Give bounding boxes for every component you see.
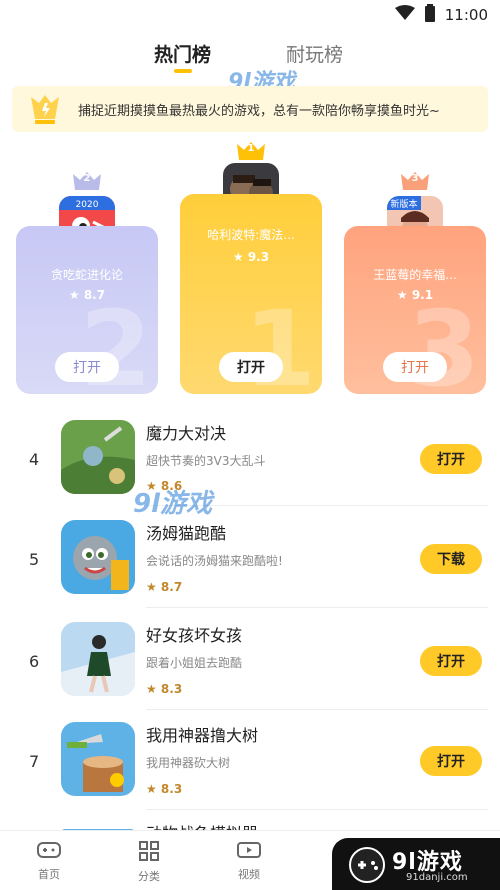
game-icon-tom-cat xyxy=(61,520,135,594)
open-button[interactable]: 打开 xyxy=(420,746,482,776)
row-rating: ★ 8.7 xyxy=(146,580,183,594)
podium-card-2[interactable]: 2 贪吃蛇进化论 ★ 8.7 打开 xyxy=(16,226,158,394)
row-desc: 跟着小姐姐去跑酷 xyxy=(146,656,243,670)
open-button[interactable]: 打开 xyxy=(219,352,283,382)
tab-durable[interactable]: 耐玩榜 xyxy=(286,40,343,67)
download-button[interactable]: 下载 xyxy=(420,544,482,574)
grid-icon xyxy=(139,841,159,865)
nav-video[interactable]: 视频 xyxy=(219,841,279,882)
game-icon-magic-duel xyxy=(61,420,135,494)
nav-home[interactable]: 首页 xyxy=(19,841,79,882)
divider xyxy=(146,709,488,710)
nav-label: 分类 xyxy=(138,870,160,883)
video-icon xyxy=(237,842,261,863)
podium-game-score: ★ 9.1 xyxy=(396,288,434,302)
status-bar: 11:00 xyxy=(0,0,500,30)
svg-text:新版本: 新版本 xyxy=(390,198,417,210)
podium-game-name: 王蓝莓的幸福... xyxy=(373,268,457,282)
list-item[interactable]: 7 我用神器撸大树 我用神器砍大树 ★ 8.3 打开 xyxy=(0,718,500,820)
list-item[interactable]: 动物战争模拟器 xyxy=(0,814,500,830)
podium-card-1[interactable]: 1 哈利波特:魔法... ★ 9.3 打开 xyxy=(180,194,322,394)
gamepad-icon xyxy=(37,842,61,863)
list-item[interactable]: 5 汤姆猫跑酷 会说话的汤姆猫来跑酷啦! ★ 8.7 下载 xyxy=(0,514,500,616)
nav-category[interactable]: 分类 xyxy=(119,841,179,884)
tab-indicator xyxy=(174,69,192,73)
row-rank: 7 xyxy=(29,752,40,771)
game-icon-animal-war xyxy=(61,822,135,830)
banner-text: 捕捉近期摸摸鱼最热最火的游戏，总有一款陪你畅享摸鱼时光~ xyxy=(78,103,440,119)
divider xyxy=(146,809,488,810)
row-title: 好女孩坏女孩 xyxy=(146,626,243,645)
row-desc: 超快节奏的3V3大乱斗 xyxy=(146,454,266,468)
open-button[interactable]: 打开 xyxy=(420,444,482,474)
battery-icon xyxy=(424,4,435,26)
site-logo-url: 91danji.com xyxy=(406,872,468,883)
podium-game-score: ★ 9.3 xyxy=(232,250,270,264)
open-button[interactable]: 打开 xyxy=(420,646,482,676)
row-rating: ★ 8.3 xyxy=(146,782,183,796)
status-time: 11:00 xyxy=(444,6,488,24)
row-desc: 会说话的汤姆猫来跑酷啦! xyxy=(146,554,283,568)
row-desc: 我用神器砍大树 xyxy=(146,756,231,770)
list-item[interactable]: 4 魔力大对决 超快节奏的3V3大乱斗 ★ 8.6 打开 xyxy=(0,412,500,514)
row-rank: 6 xyxy=(29,652,40,671)
row-title: 我用神器撸大树 xyxy=(146,726,259,745)
row-rank: 5 xyxy=(29,550,40,569)
crown-silver-icon: 2 xyxy=(73,170,101,190)
nav-label: 视频 xyxy=(238,868,260,881)
podium-game-score: ★ 8.7 xyxy=(68,288,106,302)
tab-hot[interactable]: 热门榜 xyxy=(154,40,211,67)
podium-game-name: 哈利波特:魔法... xyxy=(207,228,295,242)
row-rank: 4 xyxy=(29,450,40,469)
game-icon-tree-cutter xyxy=(61,722,135,796)
list-item[interactable]: 6 好女孩坏女孩 跟着小姐姐去跑酷 ★ 8.3 打开 xyxy=(0,616,500,718)
crown-bronze-icon: 3 xyxy=(401,170,429,190)
row-title: 汤姆猫跑酷 xyxy=(146,524,227,543)
open-button[interactable]: 打开 xyxy=(55,352,119,382)
crown-gold-icon: 1 xyxy=(237,140,265,160)
podium-game-name: 贪吃蛇进化论 xyxy=(50,268,123,282)
divider xyxy=(146,607,488,608)
nav-label: 首页 xyxy=(38,868,60,881)
status-icons: 11:00 xyxy=(394,4,488,26)
row-title: 动物战争模拟器 xyxy=(146,820,258,830)
row-rating: ★ 8.3 xyxy=(146,682,183,696)
row-title: 魔力大对决 xyxy=(146,424,227,443)
svg-text:2020: 2020 xyxy=(76,200,99,210)
open-button[interactable]: 打开 xyxy=(383,352,447,382)
trophy-badge-icon xyxy=(24,88,66,130)
site-logo: 9l游戏 91danji.com xyxy=(332,838,500,890)
game-icon-good-girl xyxy=(61,622,135,696)
game-logo-icon xyxy=(349,847,385,883)
info-banner: 捕捉近期摸摸鱼最热最火的游戏，总有一款陪你畅享摸鱼时光~ xyxy=(12,86,488,132)
podium-card-3[interactable]: 3 王蓝莓的幸福... ★ 9.1 打开 xyxy=(344,226,486,394)
wifi-icon xyxy=(394,5,415,25)
